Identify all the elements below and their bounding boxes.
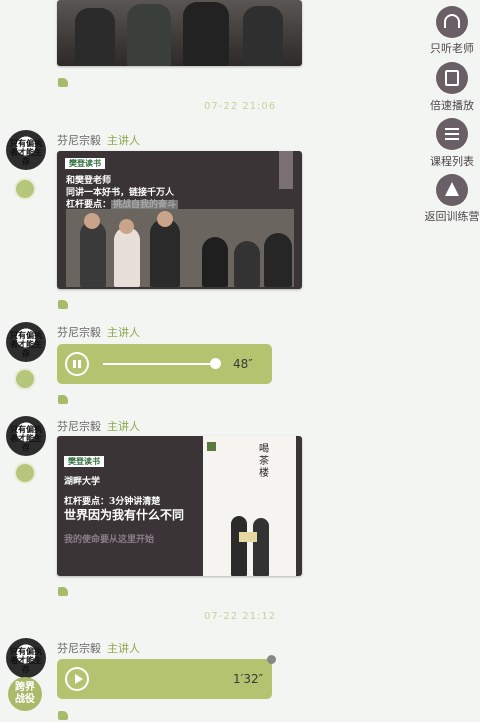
sidebar-item-label[interactable]: 倍速播放 — [417, 97, 480, 113]
speaker-name: 芬尼宗毅 — [57, 420, 101, 433]
voice-duration: 1′32″ — [233, 672, 264, 686]
speaker-name: 芬尼宗毅 — [57, 326, 101, 339]
unread-dot-icon — [267, 655, 276, 664]
progress-handle[interactable] — [210, 358, 221, 369]
card-footer: 我的使命要从这里开始 — [64, 535, 155, 545]
sidebar-item-course-list[interactable] — [436, 118, 468, 150]
progress-track[interactable] — [103, 363, 216, 365]
avatar[interactable]: 只有偏执者才能生存 — [6, 638, 46, 678]
like-icon[interactable] — [58, 711, 68, 720]
sidebar-item-back[interactable] — [436, 174, 468, 206]
photo-person — [183, 2, 229, 66]
speaker-name: 芬尼宗毅 — [57, 134, 101, 147]
avatar-text: 只有偏执者才能生存 — [10, 331, 42, 358]
back-icon — [445, 182, 459, 196]
sidebar-item-label[interactable]: 只听老师 — [417, 40, 480, 56]
speaker-name: 芬尼宗毅 — [57, 642, 101, 655]
activity-badge[interactable]: 跨界战役 — [8, 677, 42, 711]
avatar-badge-icon — [14, 178, 36, 200]
brand-logo: 樊登读书 — [65, 158, 105, 169]
pause-bar — [73, 360, 76, 368]
sidebar-item-speed[interactable] — [436, 62, 468, 94]
speaker-name-row: 芬尼宗毅 主讲人 — [57, 418, 140, 434]
voice-message[interactable]: 1′32″ — [57, 659, 272, 699]
photo-person — [231, 516, 247, 576]
activity-badge-text: 跨界战役 — [15, 682, 35, 705]
photo-head — [119, 219, 134, 234]
timestamp: 07-22 21:12 — [204, 611, 277, 622]
brand-logo: 樊登读书 — [64, 456, 104, 467]
avatar-badge-icon — [14, 368, 36, 390]
photo-person — [202, 237, 228, 287]
photo-person — [114, 227, 140, 287]
certificate — [239, 532, 257, 542]
like-icon[interactable] — [58, 300, 68, 309]
speaker-role: 主讲人 — [107, 326, 140, 339]
speaker-name-row: 芬尼宗毅 主讲人 — [57, 132, 140, 148]
pause-icon[interactable] — [65, 352, 89, 376]
avatar-text: 只有偏执者才能生存 — [10, 425, 42, 452]
avatar[interactable]: 只有偏执者才能生存 — [6, 416, 46, 456]
card-school: 湖畔大学 — [64, 477, 101, 487]
photo-message-top[interactable] — [57, 0, 302, 66]
speaker-role: 主讲人 — [107, 134, 140, 147]
speaker-role: 主讲人 — [107, 642, 140, 655]
photo-head — [157, 211, 173, 227]
card-title: 世界因为我有什么不同 — [64, 508, 185, 522]
photo-person — [253, 518, 269, 576]
photo-person — [243, 6, 283, 66]
photo-person — [150, 219, 180, 287]
avatar[interactable]: 只有偏执者才能生存 — [6, 322, 46, 362]
avatar-text: 只有偏执者才能生存 — [10, 647, 42, 674]
sidebar-item-listen[interactable] — [436, 6, 468, 38]
photo-head — [84, 213, 100, 229]
accent-bar — [279, 151, 293, 189]
image-message-card[interactable]: 樊登读书 和樊登老师 同讲一本好书，链接千万人 杠杆要点： 挑战自我的奋斗 — [57, 151, 302, 289]
seal-icon — [207, 442, 216, 451]
photo-person — [127, 4, 171, 66]
like-icon[interactable] — [58, 587, 68, 596]
list-icon — [445, 128, 459, 130]
image-message-card[interactable]: 樊登读书 湖畔大学 杠杆要点：3分钟讲清楚 世界因为我有什么不同 我的使命要从这… — [57, 436, 302, 576]
avatar-badge-icon — [14, 462, 36, 484]
calligraphy-text: 喝茶楼 — [259, 444, 269, 479]
play-icon[interactable] — [65, 667, 89, 691]
like-icon[interactable] — [58, 78, 68, 87]
voice-message[interactable]: 48″ — [57, 344, 272, 384]
headphones-icon — [444, 14, 460, 28]
photo-person — [234, 241, 260, 287]
play-triangle — [75, 674, 83, 684]
event-photo — [66, 209, 294, 287]
speaker-name-row: 芬尼宗毅 主讲人 — [57, 324, 140, 340]
pause-bar — [78, 360, 81, 368]
sidebar-item-label[interactable]: 课程列表 — [417, 153, 480, 169]
photo-person — [80, 221, 106, 287]
speaker-role: 主讲人 — [107, 420, 140, 433]
photo-person — [75, 8, 115, 66]
avatar-text: 只有偏执者才能生存 — [10, 139, 42, 166]
speed-icon — [445, 70, 459, 86]
voice-duration: 48″ — [233, 357, 253, 371]
speaker-name-row: 芬尼宗毅 主讲人 — [57, 640, 140, 656]
timestamp: 07-22 21:06 — [204, 101, 277, 112]
sidebar-item-label[interactable]: 返回训练营 — [417, 208, 480, 224]
like-icon[interactable] — [58, 395, 68, 404]
photo-person — [264, 233, 292, 287]
avatar[interactable]: 只有偏执者才能生存 — [6, 130, 46, 170]
calligraphy-panel: 喝茶楼 — [203, 436, 296, 576]
